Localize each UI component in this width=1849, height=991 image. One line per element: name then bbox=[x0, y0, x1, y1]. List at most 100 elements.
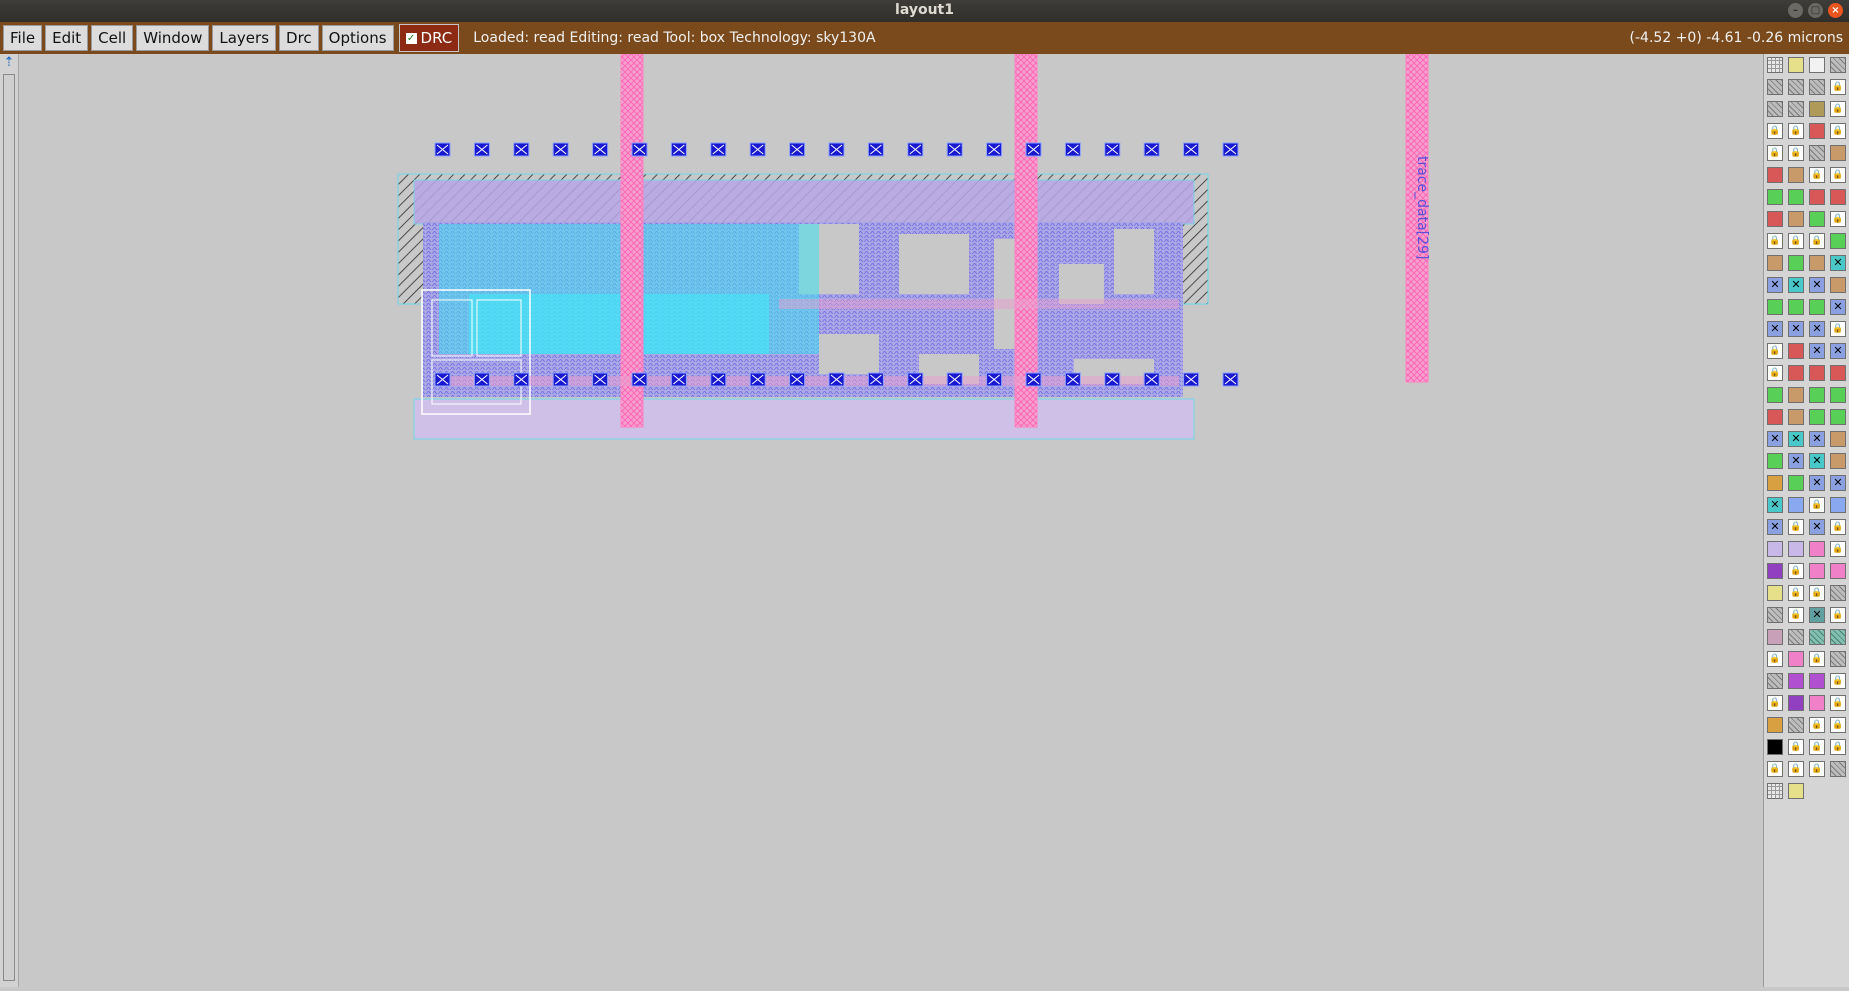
layer-swatch-solid-mauve[interactable] bbox=[1767, 629, 1783, 645]
layer-swatch-solid-green[interactable] bbox=[1809, 211, 1825, 227]
layer-swatch-solid-green[interactable] bbox=[1788, 189, 1804, 205]
lock-icon[interactable]: 🔒 bbox=[1830, 211, 1846, 227]
layer-swatch-hatch-gray[interactable] bbox=[1830, 651, 1846, 667]
layer-swatch-cross-blue[interactable]: ✕ bbox=[1809, 321, 1825, 337]
layer-swatch-solid-pink[interactable] bbox=[1809, 541, 1825, 557]
lock-icon[interactable]: 🔒 bbox=[1788, 563, 1804, 579]
layer-swatch-solid-green[interactable] bbox=[1830, 387, 1846, 403]
layer-swatch-solid-orange[interactable] bbox=[1767, 475, 1783, 491]
menu-file[interactable]: File bbox=[3, 25, 43, 51]
layer-swatch-solid-yellow[interactable] bbox=[1767, 585, 1783, 601]
vertical-scrollbar[interactable]: ⇡ bbox=[0, 54, 19, 987]
layer-swatch-solid-red[interactable] bbox=[1809, 189, 1825, 205]
layer-swatch-solid-red[interactable] bbox=[1767, 211, 1783, 227]
layer-swatch-solid-red[interactable] bbox=[1788, 365, 1804, 381]
lock-icon[interactable]: 🔒 bbox=[1767, 695, 1783, 711]
layer-swatch-cross-blue[interactable]: ✕ bbox=[1809, 519, 1825, 535]
layer-swatch-solid-brown[interactable] bbox=[1830, 453, 1846, 469]
lock-icon[interactable]: 🔒 bbox=[1767, 343, 1783, 359]
lock-icon[interactable]: 🔒 bbox=[1809, 761, 1825, 777]
layer-swatch-cross-cyan[interactable]: ✕ bbox=[1788, 277, 1804, 293]
layer-swatch-solid-yellow[interactable] bbox=[1788, 783, 1804, 799]
layer-swatch-solid-black[interactable] bbox=[1767, 739, 1783, 755]
menu-cell[interactable]: Cell bbox=[91, 25, 134, 51]
layer-swatch-solid-brown[interactable] bbox=[1830, 277, 1846, 293]
menu-layers[interactable]: Layers bbox=[212, 25, 277, 51]
layer-swatch-cross-blue[interactable]: ✕ bbox=[1830, 475, 1846, 491]
checkbox-icon[interactable]: ✓ bbox=[405, 32, 417, 44]
scroll-track[interactable] bbox=[3, 74, 15, 981]
layer-swatch-grid[interactable] bbox=[1767, 783, 1783, 799]
layer-swatch-hatch-gray[interactable] bbox=[1767, 101, 1783, 117]
layer-swatch-hatch-gray[interactable] bbox=[1830, 585, 1846, 601]
layer-swatch-hatch-gray[interactable] bbox=[1767, 607, 1783, 623]
layer-swatch-solid-green[interactable] bbox=[1809, 409, 1825, 425]
minimize-icon[interactable]: – bbox=[1788, 3, 1803, 18]
layer-swatch-hatch-gray[interactable] bbox=[1788, 79, 1804, 95]
layer-swatch-cross-cyan[interactable]: ✕ bbox=[1809, 453, 1825, 469]
lock-icon[interactable]: 🔒 bbox=[1788, 761, 1804, 777]
layer-swatch-cross-blue[interactable]: ✕ bbox=[1830, 343, 1846, 359]
lock-icon[interactable]: 🔒 bbox=[1788, 519, 1804, 535]
layer-swatch-solid-yellow[interactable] bbox=[1788, 57, 1804, 73]
lock-icon[interactable]: 🔒 bbox=[1767, 761, 1783, 777]
layer-swatch-solid-green[interactable] bbox=[1788, 255, 1804, 271]
lock-icon[interactable]: 🔒 bbox=[1830, 167, 1846, 183]
lock-icon[interactable]: 🔒 bbox=[1830, 541, 1846, 557]
lock-icon[interactable]: 🔒 bbox=[1809, 585, 1825, 601]
layer-swatch-outline[interactable] bbox=[1809, 57, 1825, 73]
layer-swatch-hatch-gray[interactable] bbox=[1809, 79, 1825, 95]
maximize-icon[interactable]: □ bbox=[1808, 3, 1823, 18]
layer-swatch-solid-green[interactable] bbox=[1767, 189, 1783, 205]
layer-swatch-solid-red[interactable] bbox=[1788, 343, 1804, 359]
layer-swatch-cross-blue[interactable]: ✕ bbox=[1809, 431, 1825, 447]
lock-icon[interactable]: 🔒 bbox=[1788, 233, 1804, 249]
layer-swatch-hatch-gray[interactable] bbox=[1788, 101, 1804, 117]
lock-icon[interactable]: 🔒 bbox=[1830, 739, 1846, 755]
lock-icon[interactable]: 🔒 bbox=[1830, 607, 1846, 623]
lock-icon[interactable]: 🔒 bbox=[1767, 651, 1783, 667]
layer-swatch-solid-green[interactable] bbox=[1788, 475, 1804, 491]
lock-icon[interactable]: 🔒 bbox=[1830, 673, 1846, 689]
layer-swatch-solid-brown[interactable] bbox=[1767, 255, 1783, 271]
layer-swatch-solid-olive[interactable] bbox=[1809, 101, 1825, 117]
lock-icon[interactable]: 🔒 bbox=[1830, 101, 1846, 117]
lock-icon[interactable]: 🔒 bbox=[1767, 233, 1783, 249]
layer-swatch-cross-cyan[interactable]: ✕ bbox=[1767, 497, 1783, 513]
layer-swatch-solid-lilac[interactable] bbox=[1767, 541, 1783, 557]
scroll-up-icon[interactable]: ⇡ bbox=[2, 56, 16, 70]
layer-swatch-cross-blue[interactable]: ✕ bbox=[1767, 277, 1783, 293]
layer-swatch-solid-pink[interactable] bbox=[1830, 563, 1846, 579]
layer-swatch-solid-pink[interactable] bbox=[1809, 563, 1825, 579]
layer-swatch-solid-pink[interactable] bbox=[1809, 695, 1825, 711]
layer-swatch-hatch-gray[interactable] bbox=[1767, 79, 1783, 95]
lock-icon[interactable]: 🔒 bbox=[1809, 739, 1825, 755]
lock-icon[interactable]: 🔒 bbox=[1809, 651, 1825, 667]
layer-swatch-cross-blue[interactable]: ✕ bbox=[1830, 299, 1846, 315]
layer-swatch-cross-blue[interactable]: ✕ bbox=[1767, 321, 1783, 337]
layer-swatch-hatch-gray[interactable] bbox=[1788, 717, 1804, 733]
layer-swatch-solid-green[interactable] bbox=[1809, 299, 1825, 315]
layer-swatch-cross-blue[interactable]: ✕ bbox=[1767, 431, 1783, 447]
layer-swatch-hatch-teal[interactable] bbox=[1809, 629, 1825, 645]
layout-canvas[interactable]: trace_data[29] bbox=[19, 53, 1763, 987]
layer-swatch-solid-green[interactable] bbox=[1767, 387, 1783, 403]
layer-swatch-solid-pink[interactable] bbox=[1788, 651, 1804, 667]
layer-swatch-solid-green[interactable] bbox=[1809, 387, 1825, 403]
lock-icon[interactable]: 🔒 bbox=[1809, 497, 1825, 513]
lock-icon[interactable]: 🔒 bbox=[1809, 167, 1825, 183]
layer-swatch-solid-red[interactable] bbox=[1830, 189, 1846, 205]
layer-swatch-solid-green[interactable] bbox=[1830, 409, 1846, 425]
layer-swatch-solid-brown[interactable] bbox=[1809, 255, 1825, 271]
menu-options[interactable]: Options bbox=[321, 25, 394, 51]
lock-icon[interactable]: 🔒 bbox=[1809, 717, 1825, 733]
layer-swatch-cross-blue[interactable]: ✕ bbox=[1809, 277, 1825, 293]
layer-swatch-solid-brown[interactable] bbox=[1830, 145, 1846, 161]
layer-swatch-solid-green[interactable] bbox=[1830, 233, 1846, 249]
layer-swatch-hatch-gray[interactable] bbox=[1809, 145, 1825, 161]
layer-swatch-solid-blue[interactable] bbox=[1830, 497, 1846, 513]
layer-swatch-solid-purple[interactable] bbox=[1767, 563, 1783, 579]
layer-swatch-solid-red[interactable] bbox=[1767, 409, 1783, 425]
layer-swatch-solid-brown[interactable] bbox=[1788, 387, 1804, 403]
layer-swatch-solid-green[interactable] bbox=[1788, 299, 1804, 315]
